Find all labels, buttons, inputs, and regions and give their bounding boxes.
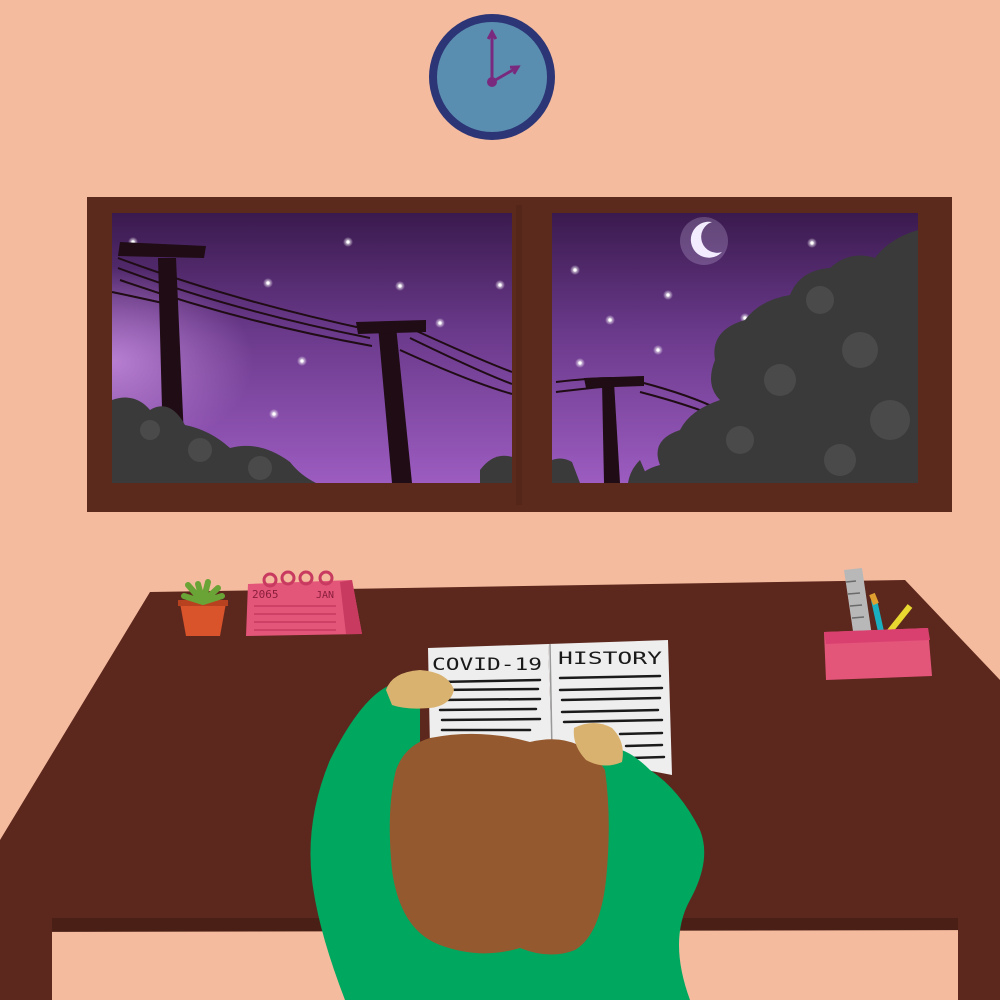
window [87, 197, 952, 512]
star-core [656, 348, 660, 352]
study-room-scene: 2065 JAN COVID-19 HISTORY [0, 0, 1000, 1000]
scene-canvas: 2065 JAN COVID-19 HISTORY [0, 0, 1000, 1000]
desk-leg-right [958, 918, 1000, 1000]
desk-leg-left [0, 918, 52, 1000]
book-right-title: HISTORY [558, 649, 662, 669]
student-hair [389, 733, 609, 955]
calendar-month: JAN [316, 590, 334, 601]
star-core [266, 281, 270, 285]
crescent-moon [680, 217, 728, 265]
book-left-title: COVID-19 [432, 655, 542, 675]
wall-clock [429, 14, 555, 140]
star-core [272, 412, 276, 416]
star-core [578, 361, 582, 365]
star-core [810, 241, 814, 245]
star-core [346, 240, 350, 244]
star-core [438, 321, 442, 325]
star-core [608, 318, 612, 322]
calendar-year: 2065 [252, 588, 279, 601]
star-core [573, 268, 577, 272]
star-core [300, 359, 304, 363]
star-core [666, 293, 670, 297]
star-core [498, 283, 502, 287]
star-core [398, 284, 402, 288]
